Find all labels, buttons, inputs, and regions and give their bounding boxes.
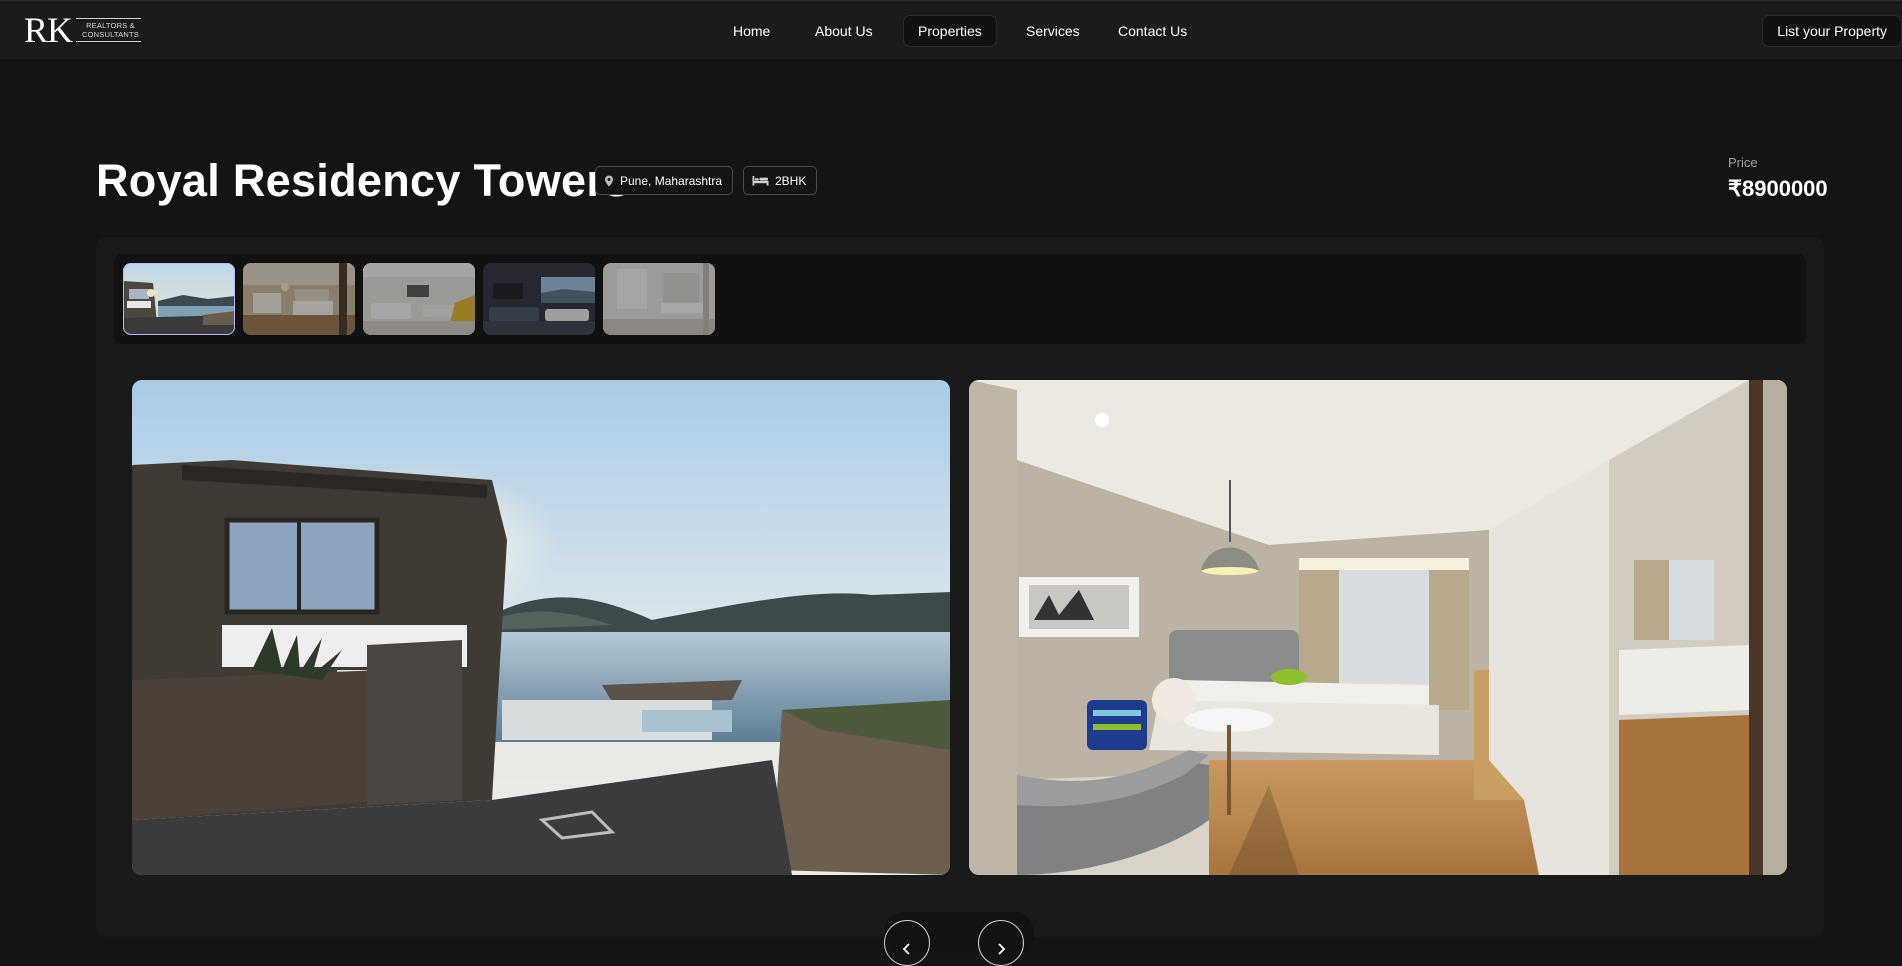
- thumbnail-strip: [114, 254, 1806, 344]
- carousel-next-button[interactable]: [978, 920, 1024, 966]
- thumbnail-bedroom-suite[interactable]: [243, 263, 355, 335]
- thumbnail-lounge-view[interactable]: [483, 263, 595, 335]
- bed-icon: [752, 176, 769, 186]
- price-label: Price: [1728, 155, 1758, 170]
- price-value: ₹8900000: [1728, 176, 1828, 201]
- chevron-left-icon: [902, 943, 910, 955]
- nav-link-home[interactable]: Home: [719, 15, 784, 47]
- location-text: Pune, Maharashtra: [620, 173, 723, 188]
- list-property-button[interactable]: List your Property: [1762, 15, 1902, 47]
- map-pin-icon: [605, 175, 613, 186]
- property-title: Royal Residency Towers: [96, 155, 630, 206]
- top-navbar: RK REALTORS & CONSULTANTS Home About Us …: [0, 0, 1902, 59]
- location-chip: Pune, Maharashtra: [595, 166, 734, 195]
- slide-hotel-style-bedroom: [969, 380, 1787, 875]
- thumbnail-seaside-villa[interactable]: [123, 263, 235, 335]
- carousel-controls: [884, 912, 1034, 966]
- image-gallery: [96, 237, 1824, 966]
- nav-link-services[interactable]: Services: [1012, 15, 1094, 47]
- slide-seaside-villa-exterior: [132, 380, 950, 875]
- carousel-prev-button[interactable]: [884, 920, 930, 966]
- nav-link-about-us[interactable]: About Us: [801, 15, 887, 47]
- thumbnail-living-room[interactable]: [363, 263, 475, 335]
- main-nav: Home About Us Properties Services Contac…: [0, 15, 1902, 47]
- bedroom-chip: 2BHK: [743, 166, 818, 195]
- nav-link-properties[interactable]: Properties: [903, 15, 997, 47]
- chevron-right-icon: [998, 943, 1006, 955]
- nav-link-contact-us[interactable]: Contact Us: [1104, 15, 1201, 47]
- bedroom-text: 2BHK: [775, 173, 807, 188]
- thumbnail-bathroom[interactable]: [603, 263, 715, 335]
